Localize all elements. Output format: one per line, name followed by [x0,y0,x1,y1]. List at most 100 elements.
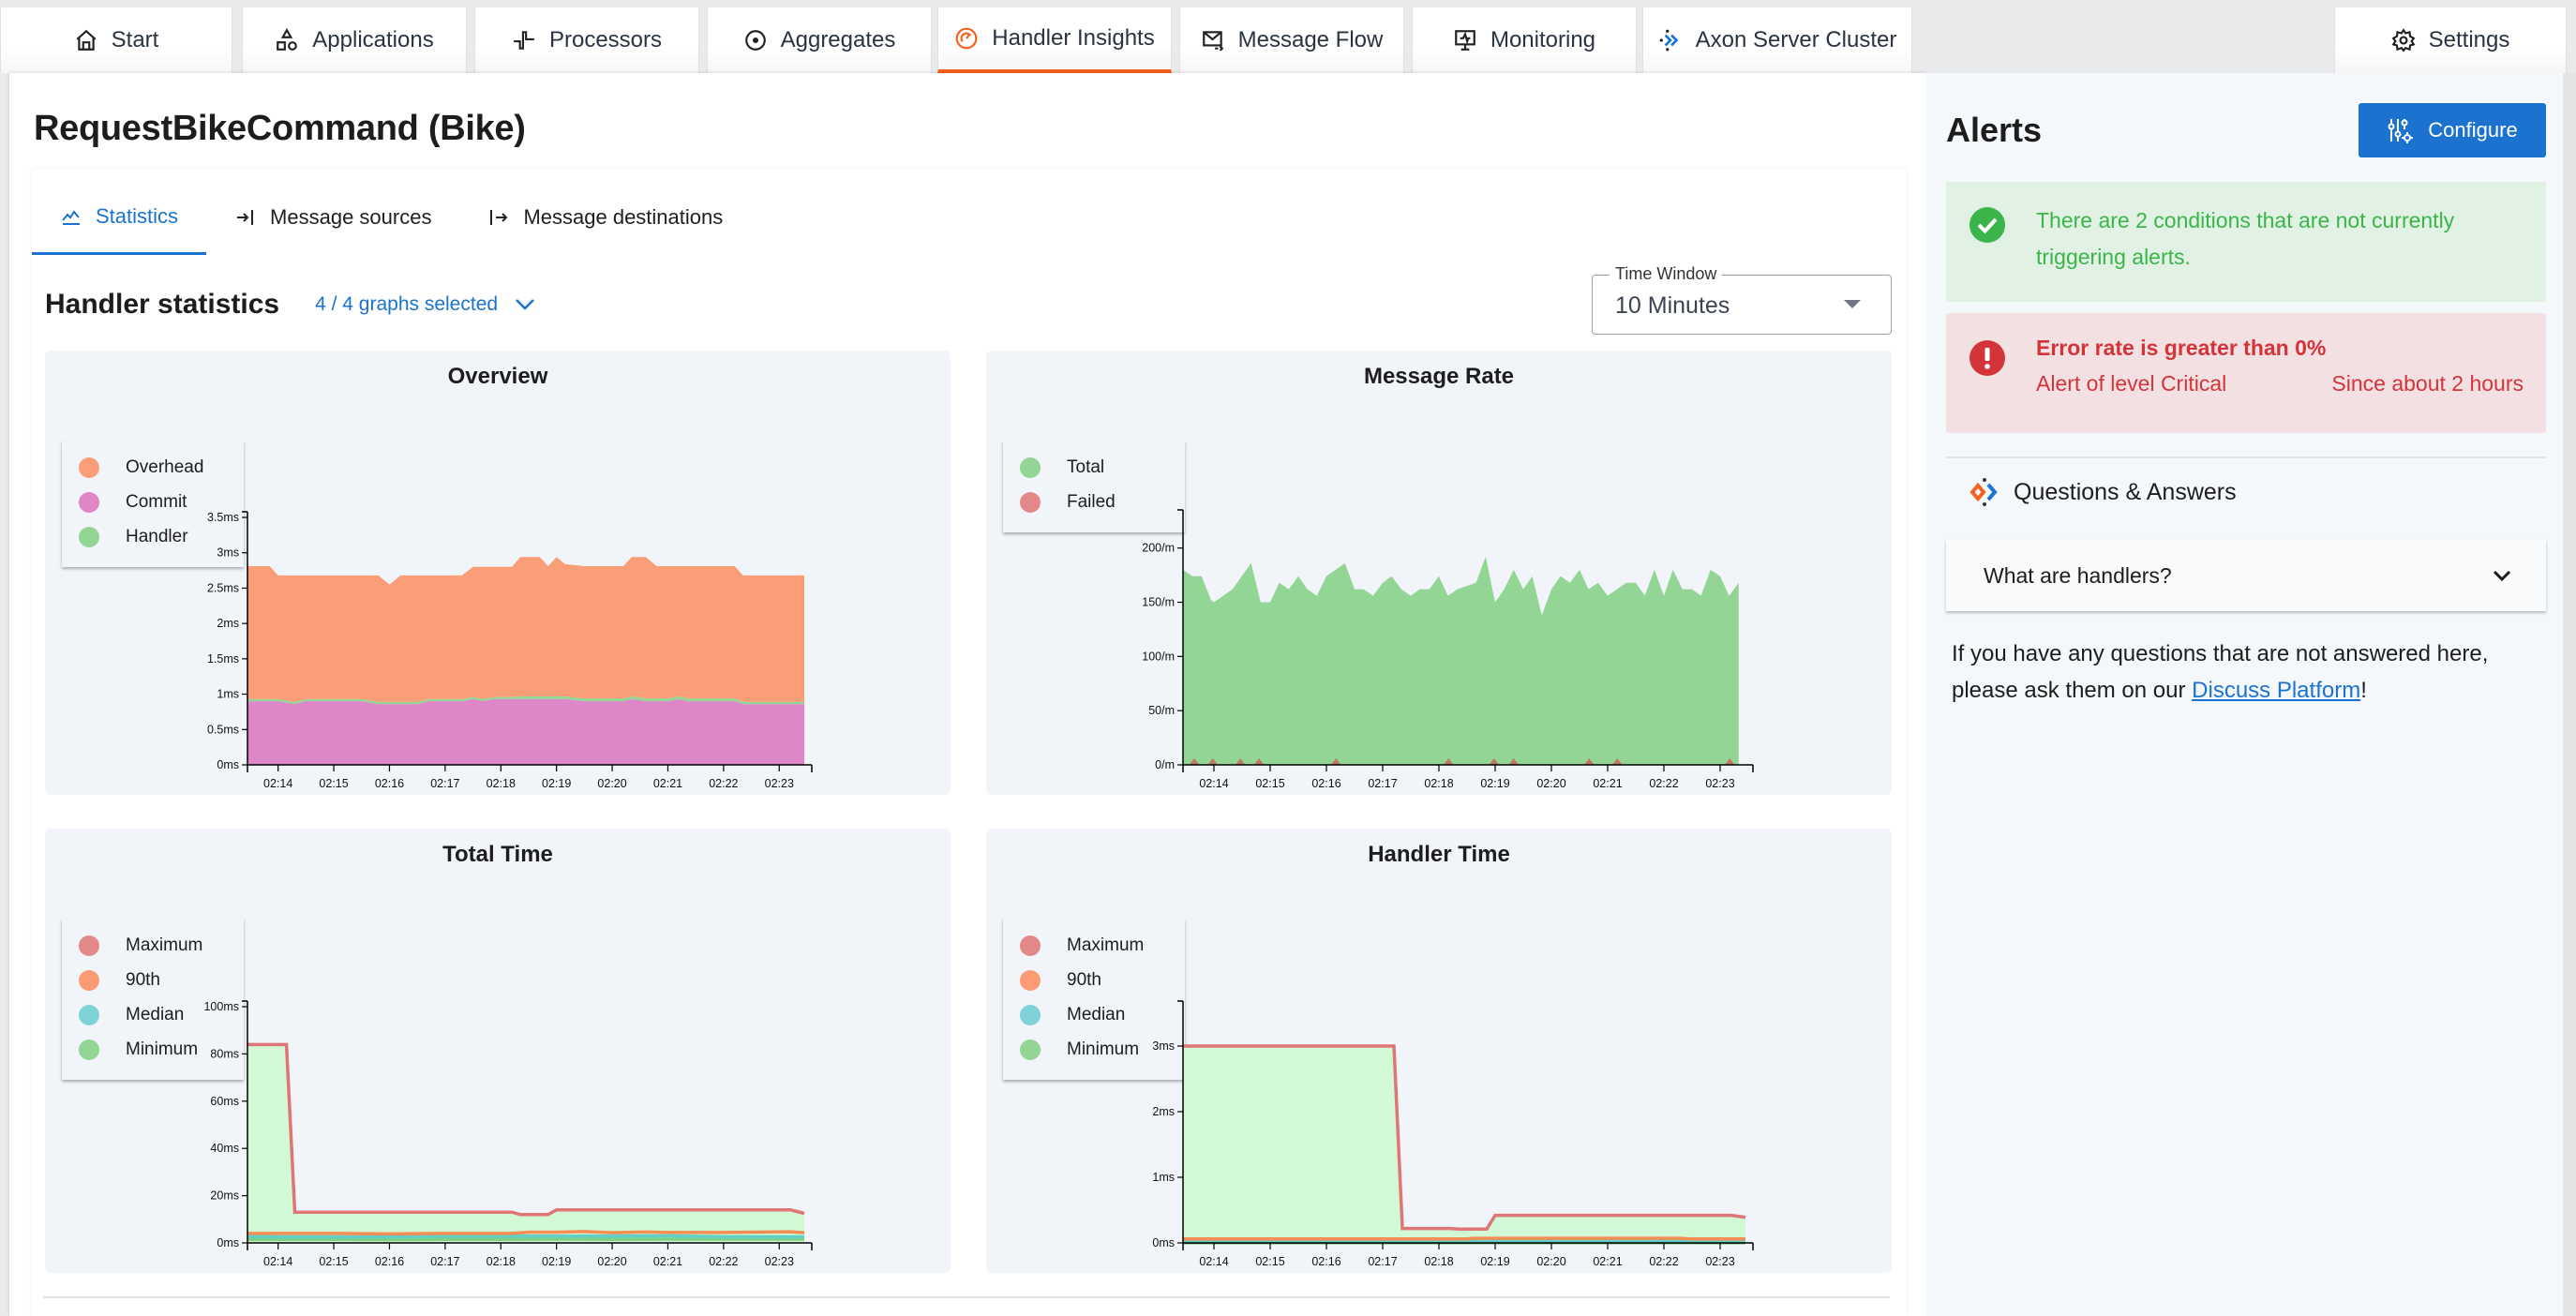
overview-chart: 0ms 0.5ms 1ms 1.5ms 2ms 2.5ms 3ms 3.5ms 02:14 02:… [207,511,813,790]
nav-tab-processors[interactable]: Processors [474,7,699,73]
y-tick-label: 150/m [1142,596,1175,609]
chart-card-handler-time: Handler Time Maximum 90th Median Minimum… [986,829,1892,1273]
configure-label: Configure [2428,118,2518,142]
alert-critical-since: Since about 2 hours [2331,371,2524,396]
nav-tab-label: Aggregates [780,27,896,52]
y-tick-label: 0ms [217,1236,239,1249]
subtab-label: Message destinations [523,205,724,229]
line-minimum [247,1237,804,1242]
qa-question: What are handlers? [1984,562,2172,588]
qa-accordion-item[interactable]: What are handlers? [1946,540,2546,611]
error-circle-icon [1969,340,2005,376]
x-tick-label: 02:20 [1536,1255,1565,1268]
x-tick-label: 02:16 [1311,777,1340,790]
nav-tab-start[interactable]: Start [0,7,232,73]
nav-tab-label: Monitoring [1490,27,1596,52]
axon-logo-icon [1659,29,1679,52]
y-tick-label: 200/m [1142,542,1175,555]
x-tick-label: 02:15 [319,1255,348,1268]
mail-flow-icon [1202,31,1223,52]
gear-icon [2391,28,2416,52]
x-tick-label: 02:14 [1199,777,1228,790]
y-tick-label: 2ms [217,617,239,630]
x-tick-label: 02:22 [1649,1255,1678,1268]
x-tick-label: 02:18 [1424,1255,1453,1268]
alert-critical-level: Alert of level Critical [2036,371,2227,396]
y-tick-label: 50/m [1148,704,1175,717]
nav-tab-label: Settings [2428,27,2510,52]
time-window-label: Time Window [1610,264,1723,284]
x-tick-label: 02:16 [375,1255,404,1268]
x-tick-label: 02:21 [653,1255,682,1268]
handler-time-chart: 0ms 1ms 2ms 3ms 02:14 02:15 02:16 02:17 02:18 02:… [1152,1000,1754,1268]
time-window-select[interactable]: Time Window 10 Minutes [1592,264,1892,335]
y-tick-label: 3.5ms [207,511,239,524]
shapes-icon [277,28,298,51]
home-icon [76,29,97,51]
alert-critical-title: Error rate is greater than 0% [2036,336,2327,360]
chart-card-total-time: Total Time Maximum 90th Median Minimum 0… [45,829,951,1273]
graphs-selected-label: 4 / 4 graphs selected [315,293,499,315]
y-tick-label: 100ms [203,1000,239,1013]
y-tick-label: 1.5ms [207,652,239,665]
y-tick-label: 80ms [210,1047,239,1060]
x-tick-label: 02:19 [1480,777,1509,790]
x-tick-label: 02:20 [597,1255,626,1268]
x-tick-label: 02:21 [653,777,682,790]
subtab-message-sources[interactable]: Message sources [206,180,459,255]
x-tick-label: 02:23 [765,777,794,790]
chart-card-message-rate: Message Rate Total Failed 0/m 50/m 100/m 15… [986,351,1892,795]
processor-icon [514,31,534,50]
qa-header: Questions & Answers [1969,476,2237,508]
plot-marks [1183,1044,1746,1245]
x-tick-label: 02:21 [1593,1255,1622,1268]
alerts-sidebar: Alerts Configure There are 2 conditions … [1925,73,2563,1316]
x-tick-label: 02:20 [597,777,626,790]
x-tick-label: 02:23 [765,1255,794,1268]
nav-tab-label: Message Flow [1237,27,1384,52]
nav-tab-axon-server-cluster[interactable]: Axon Server Cluster [1642,7,1912,73]
qa-footer-text: If you have any questions that are not a… [1952,636,2552,709]
nav-tab-applications[interactable]: Applications [242,7,467,73]
discuss-platform-link[interactable]: Discuss Platform [2192,678,2360,703]
area-maximum [1183,1046,1745,1243]
subtab-message-destinations[interactable]: Message destinations [459,180,751,255]
x-tick-label: 02:17 [1368,1255,1397,1268]
chevron-down-icon [516,299,534,310]
x-tick-label: 02:16 [375,777,404,790]
x-tick-label: 02:14 [263,777,292,790]
nav-tab-monitoring[interactable]: Monitoring [1412,7,1637,73]
sliders-gear-icon [2388,119,2414,143]
handler-statistics-header: Handler statistics 4 / 4 graphs selected [45,289,535,321]
x-tick-label: 02:21 [1593,777,1622,790]
nav-tab-label: Applications [312,27,434,52]
subtab-statistics[interactable]: Statistics [32,180,207,255]
x-tick-label: 02:23 [1705,777,1734,790]
x-tick-label: 02:23 [1705,1255,1734,1268]
y-tick-label: 100/m [1142,650,1175,663]
x-tick-label: 02:16 [1311,1255,1340,1268]
area-total [1183,556,1739,765]
nav-tab-aggregates[interactable]: Aggregates [707,7,932,73]
configure-button[interactable]: Configure [2359,103,2546,157]
window-edge [2563,73,2576,1316]
nav-tab-settings[interactable]: Settings [2334,7,2567,73]
area-overhead [247,557,804,702]
x-tick-label: 02:18 [487,777,516,790]
alerts-title: Alerts [1946,111,2043,149]
nav-tab-label: Axon Server Cluster [1695,27,1897,52]
graphs-selected-toggle[interactable]: 4 / 4 graphs selected [315,293,535,316]
y-tick-label: 60ms [210,1095,239,1108]
subtab-label: Message sources [270,205,432,229]
plot-marks [247,557,804,765]
chevron-down-icon [2493,570,2511,582]
chart-card-overview: Overview Overhead Commit Handler 0ms 0.5m… [45,351,951,795]
y-tick-label: 0/m [1155,758,1175,771]
x-tick-label: 02:17 [1368,777,1397,790]
nav-tab-message-flow[interactable]: Message Flow [1179,7,1404,73]
gauge-icon [955,27,978,50]
y-tick-label: 0ms [217,758,239,771]
nav-tab-handler-insights[interactable]: Handler Insights [937,7,1172,73]
x-tick-label: 02:17 [430,777,459,790]
alert-critical-box[interactable]: Error rate is greater than 0% Alert of l… [1946,313,2546,433]
